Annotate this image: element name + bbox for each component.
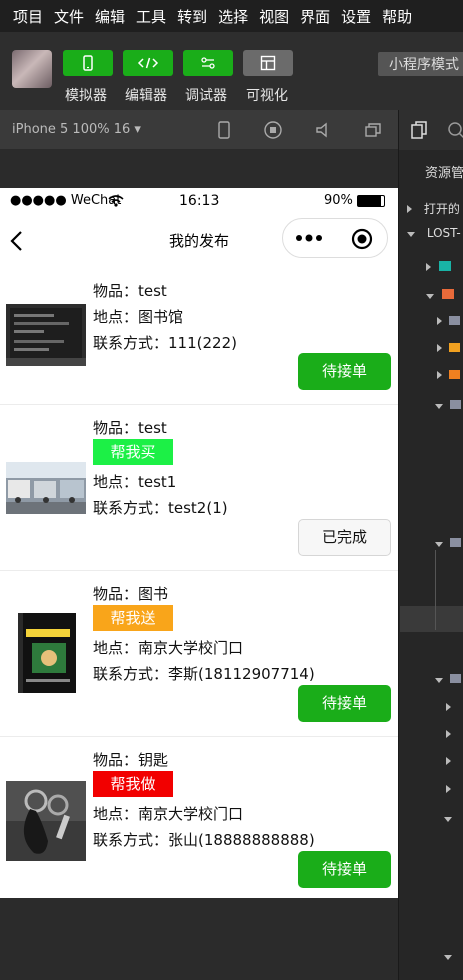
toggle-icon — [201, 57, 215, 69]
menu-item-file[interactable]: 文件 — [54, 6, 84, 27]
battery-icon — [357, 195, 385, 207]
menu-item-project[interactable]: 项目 — [13, 6, 43, 27]
project-row[interactable]: LOST- — [407, 226, 461, 240]
simulator-label: 模拟器 — [65, 88, 107, 104]
item-location: 地点：南京大学校门口 — [93, 805, 244, 823]
menu-item-interface[interactable]: 界面 — [300, 6, 330, 27]
wifi-icon — [108, 195, 124, 207]
time-label: 16:13 — [179, 193, 220, 209]
debugger-label: 调试器 — [185, 88, 227, 104]
order-card: 物品：钥匙 帮我做 地点：南京大学校门口 联系方式：张山(18888888888… — [0, 737, 398, 898]
chevron-down-icon — [407, 232, 415, 237]
tree-row[interactable] — [444, 807, 452, 826]
tree-row[interactable] — [435, 394, 461, 413]
item-contact: 联系方式：test2(1) — [93, 499, 228, 517]
menu-item-settings[interactable]: 设置 — [341, 6, 371, 27]
tree-row[interactable] — [437, 364, 460, 383]
open-editors-row[interactable]: 打开的 — [407, 200, 460, 217]
tree-row[interactable] — [446, 778, 451, 797]
volume-icon[interactable] — [313, 120, 333, 140]
window-icon[interactable] — [363, 120, 383, 140]
item-thumbnail-book — [6, 611, 86, 695]
phone-screen: ●●●●● WeChat 16:13 90% 我的发布 物品：test 地点：图… — [0, 188, 398, 898]
simulator-gap — [0, 150, 398, 188]
order-card: 物品：图书 帮我送 地点：南京大学校门口 联系方式：李斯(18112907714… — [0, 571, 398, 737]
tree-row[interactable] — [446, 723, 451, 742]
navigation-bar: 我的发布 — [0, 214, 398, 266]
files-icon[interactable] — [409, 120, 429, 140]
menu-item-tools[interactable]: 工具 — [136, 6, 166, 27]
simulator-bar: iPhone 5 100% 16 ▾ — [0, 110, 398, 150]
item-thumbnail-keys — [6, 781, 86, 861]
editor-label: 编辑器 — [125, 88, 167, 104]
tree-row[interactable] — [444, 945, 452, 964]
menu-item-edit[interactable]: 编辑 — [95, 6, 125, 27]
stop-icon[interactable] — [263, 120, 283, 140]
carrier-label: ●●●●● WeChat — [10, 193, 122, 208]
pending-order-button[interactable]: 待接单 — [298, 353, 391, 390]
simulator-bottom — [0, 898, 398, 980]
tree-row[interactable] — [435, 668, 461, 687]
item-contact: 联系方式：张山(18888888888) — [93, 831, 315, 849]
battery-percent: 90% — [324, 193, 353, 208]
capsule-menu[interactable] — [282, 218, 388, 258]
menu-bar: 项目 文件 编辑 工具 转到 选择 视图 界面 设置 帮助 — [0, 0, 463, 32]
item-location: 地点：test1 — [93, 473, 177, 491]
explorer-header — [399, 110, 463, 150]
toolbar: 模拟器 编辑器 调试器 可视化 小程序模式 — [0, 32, 463, 110]
tree-guide — [435, 550, 436, 630]
tree-row[interactable] — [446, 750, 451, 769]
tag-do-for-me: 帮我做 — [93, 771, 173, 797]
tree-row[interactable] — [426, 256, 451, 275]
order-card: 物品：test 帮我买 地点：test1 联系方式：test2(1) 已完成 — [0, 405, 398, 571]
tree-row[interactable] — [446, 696, 451, 715]
mode-select[interactable]: 小程序模式 — [378, 52, 463, 76]
order-card: 物品：test 地点：图书馆 联系方式：111(222) 待接单 — [0, 266, 398, 405]
explorer-panel: 资源管 打开的 LOST- — [398, 110, 463, 980]
visual-button[interactable] — [243, 50, 293, 76]
menu-item-select[interactable]: 选择 — [218, 6, 248, 27]
item-name: 物品：钥匙 — [93, 751, 169, 769]
pending-order-button[interactable]: 待接单 — [298, 851, 391, 888]
item-contact: 联系方式：李斯(18112907714) — [93, 665, 315, 683]
item-name: 物品：test — [93, 282, 167, 300]
menu-item-help[interactable]: 帮助 — [382, 6, 412, 27]
debugger-button[interactable] — [183, 50, 233, 76]
phone-rotate-icon[interactable] — [214, 120, 234, 140]
tree-row[interactable] — [435, 532, 461, 551]
item-location: 地点：图书馆 — [93, 308, 184, 326]
selected-tree-row[interactable] — [400, 606, 463, 632]
pending-order-button[interactable]: 待接单 — [298, 685, 391, 722]
tag-buy-for-me: 帮我买 — [93, 439, 173, 465]
code-icon — [137, 57, 159, 69]
close-circle-icon[interactable] — [351, 228, 373, 250]
item-location: 地点：南京大学校门口 — [93, 639, 244, 657]
item-contact: 联系方式：111(222) — [93, 334, 237, 352]
device-select[interactable]: iPhone 5 100% 16 ▾ — [12, 122, 141, 137]
search-icon[interactable] — [446, 120, 463, 140]
tag-deliver-for-me: 帮我送 — [93, 605, 173, 631]
item-name: 物品：test — [93, 419, 167, 437]
layout-icon — [260, 55, 276, 71]
phone-icon — [83, 55, 93, 71]
more-dots-icon[interactable] — [295, 232, 323, 244]
editor-button[interactable] — [123, 50, 173, 76]
explorer-tab[interactable]: 资源管 — [425, 162, 463, 181]
item-name: 物品：图书 — [93, 585, 169, 603]
item-thumbnail-buses — [6, 462, 86, 514]
chevron-right-icon — [407, 205, 412, 213]
tree-row[interactable] — [437, 337, 460, 356]
tree-row[interactable] — [426, 284, 454, 303]
visual-label: 可视化 — [246, 88, 288, 104]
tree-row[interactable] — [437, 310, 460, 329]
simulator-button[interactable] — [63, 50, 113, 76]
menu-item-view[interactable]: 视图 — [259, 6, 289, 27]
completed-button[interactable]: 已完成 — [298, 519, 391, 556]
user-avatar[interactable] — [12, 50, 52, 88]
menu-item-goto[interactable]: 转到 — [177, 6, 207, 27]
status-bar: ●●●●● WeChat 16:13 90% — [0, 188, 398, 214]
item-thumbnail-phone — [6, 304, 86, 366]
